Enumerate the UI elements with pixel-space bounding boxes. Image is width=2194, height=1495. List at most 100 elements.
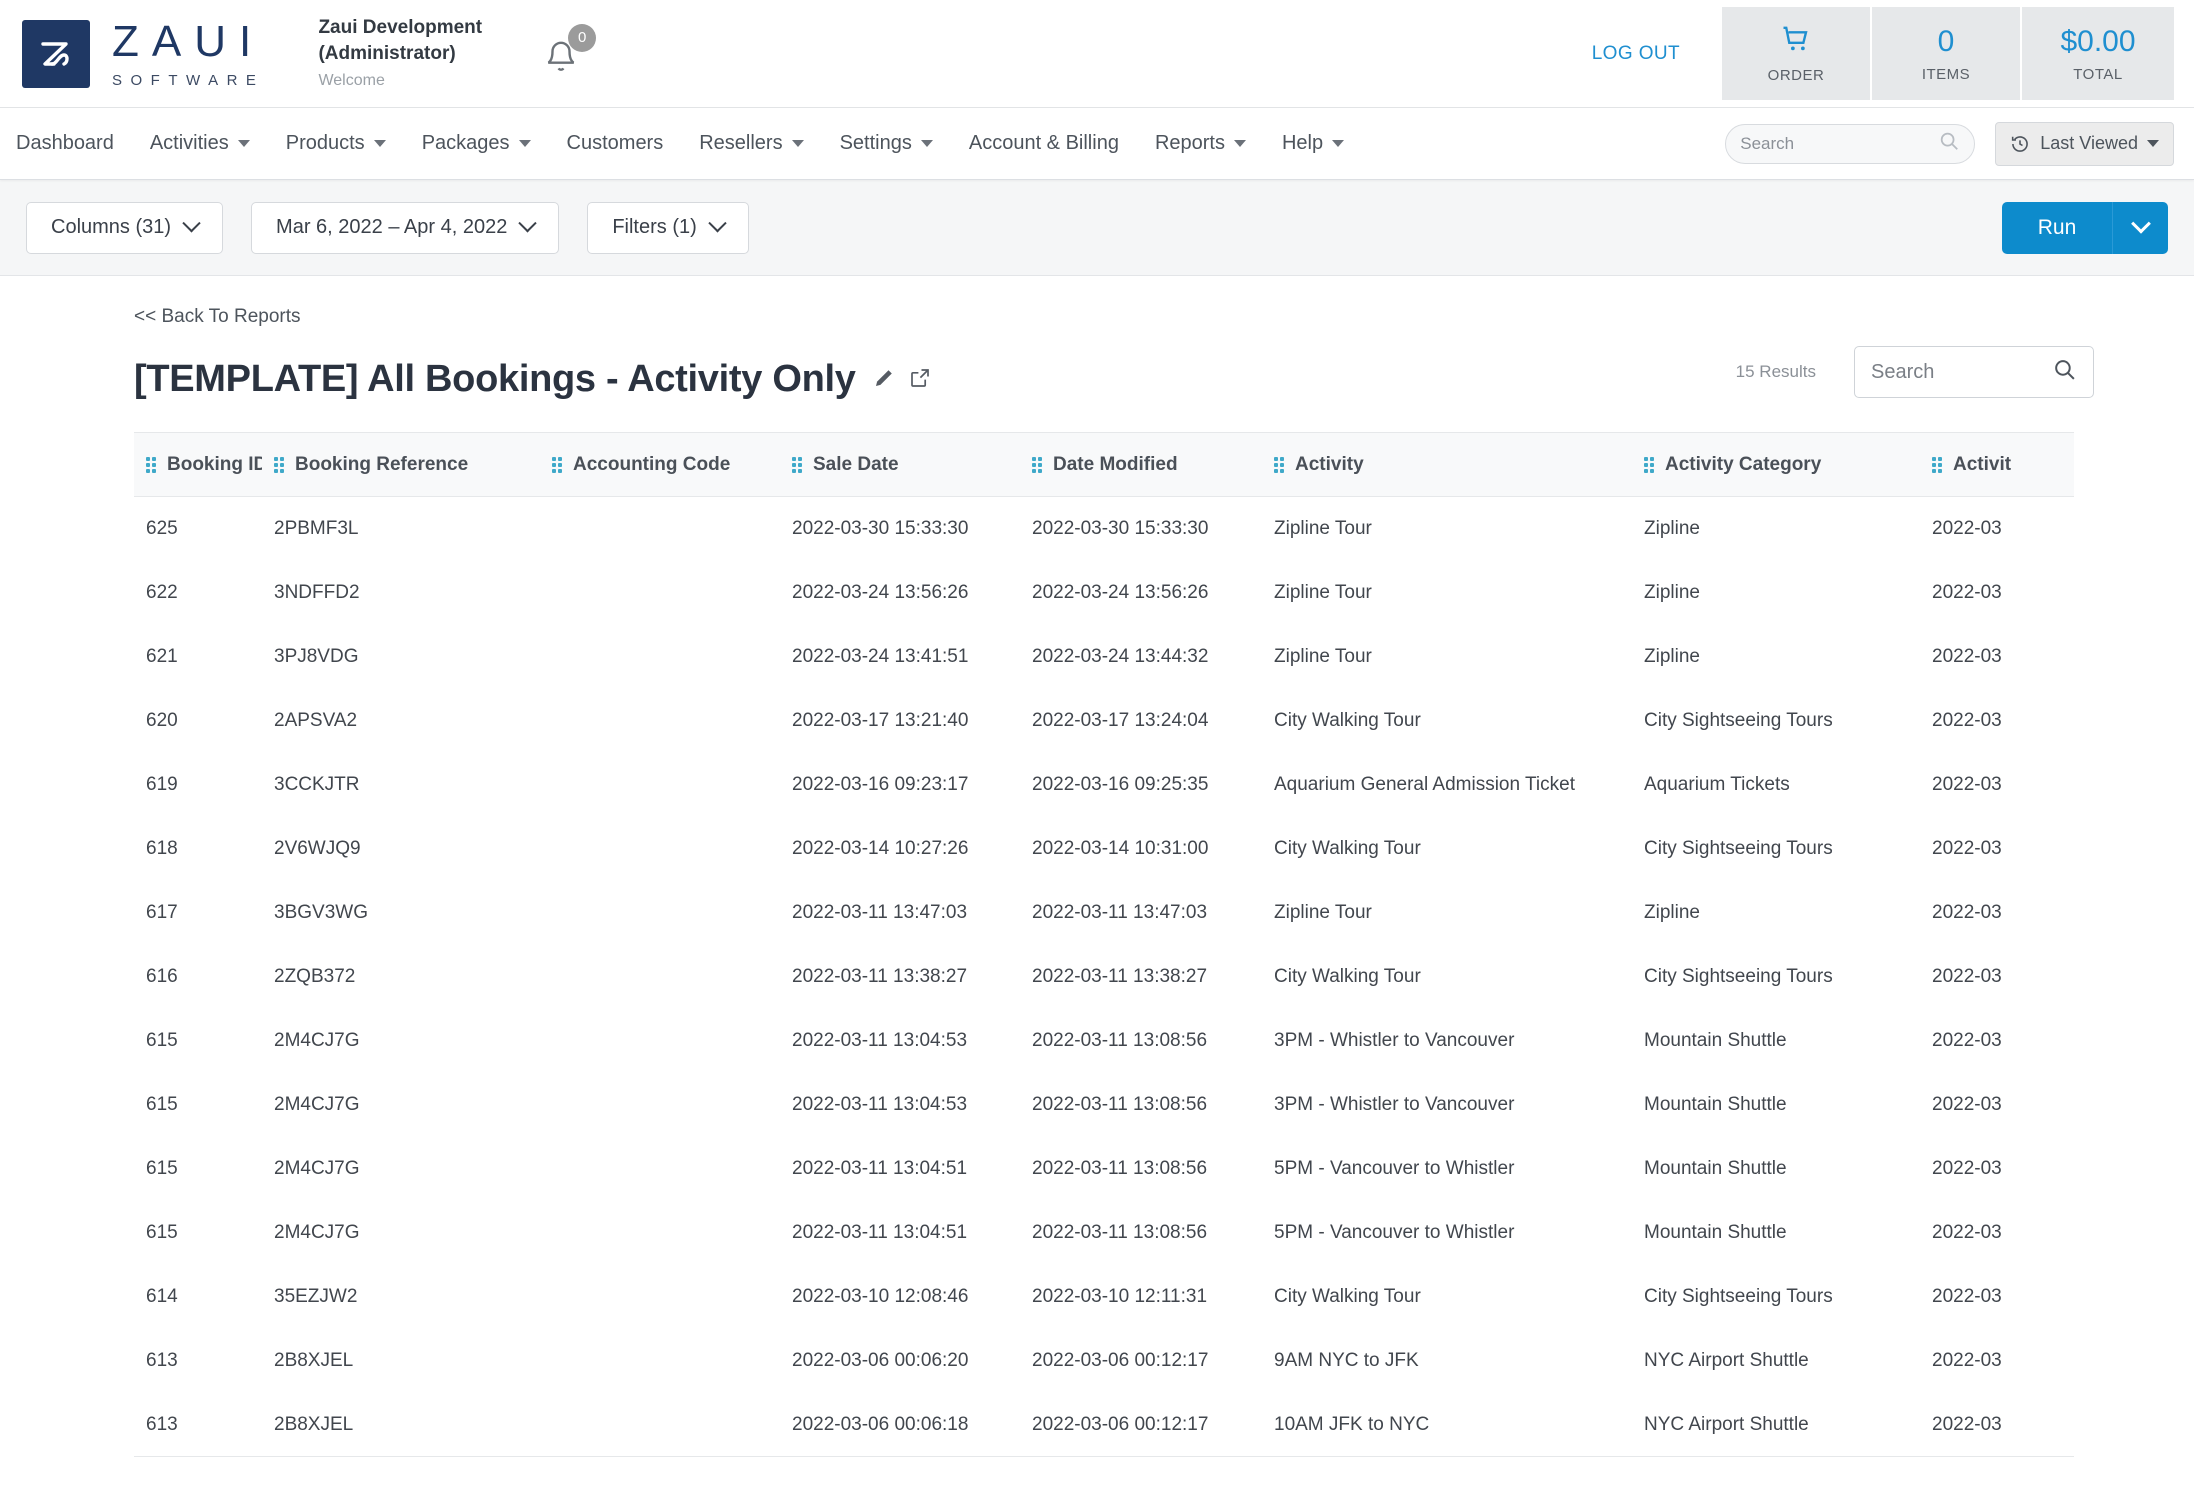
drag-handle-icon[interactable]: [1274, 456, 1286, 473]
drag-handle-icon[interactable]: [792, 456, 804, 473]
column-header-activity-date[interactable]: Activit: [1920, 432, 2074, 497]
cell-booking-id: 613: [146, 1349, 178, 1371]
edit-pencil-icon[interactable]: [872, 366, 896, 395]
column-header-activity-category[interactable]: Activity Category: [1632, 432, 1920, 497]
search-icon[interactable]: [2052, 357, 2077, 387]
notifications-button[interactable]: 0: [542, 23, 597, 80]
cell-activity-date: 2022-03: [1932, 901, 2002, 923]
date-range-selector[interactable]: Mar 6, 2022 – Apr 4, 2022: [251, 201, 560, 254]
cell-activity: 5PM - Vancouver to Whistler: [1274, 1221, 1515, 1243]
cell-activity: City Walking Tour: [1274, 837, 1421, 859]
table-row[interactable]: 616 2ZQB372 2022-03-11 13:38:27 2022-03-11 …: [134, 944, 2074, 1009]
column-header-date-modified[interactable]: Date Modified: [1020, 432, 1262, 497]
cell-activity-category: Zipline: [1644, 517, 1700, 539]
search-icon: [1938, 130, 1960, 157]
report-search[interactable]: [1854, 346, 2094, 398]
column-header-accounting-code[interactable]: Accounting Code: [540, 432, 780, 497]
cell-booking-id: 614: [146, 1285, 178, 1307]
run-button[interactable]: Run: [2002, 201, 2112, 254]
logo-tagline: SOFTWARE: [112, 71, 265, 89]
drag-handle-icon[interactable]: [274, 456, 286, 473]
logout-link[interactable]: LOG OUT: [1592, 43, 1680, 65]
cell-date-modified: 2022-03-14 10:31:00: [1032, 837, 1209, 859]
cell-date-modified: 2022-03-06 00:12:17: [1032, 1349, 1209, 1371]
table-row[interactable]: 621 3PJ8VDG 2022-03-24 13:41:51 2022-03-24 …: [134, 624, 2074, 689]
cell-activity-date: 2022-03: [1932, 517, 2002, 539]
welcome-text: Welcome: [318, 72, 385, 90]
columns-selector[interactable]: Columns (31): [26, 201, 224, 254]
drag-handle-icon[interactable]: [1644, 456, 1656, 473]
table-row[interactable]: 625 2PBMF3L 2022-03-30 15:33:30 2022-03-30 …: [134, 496, 2074, 561]
cell-date-modified: 2022-03-11 13:38:27: [1032, 965, 1208, 987]
cell-accounting-code: [540, 561, 780, 625]
brand-logo[interactable]: ZAUI SOFTWARE: [22, 19, 265, 89]
drag-handle-icon[interactable]: [552, 456, 564, 473]
table-row[interactable]: 617 3BGV3WG 2022-03-11 13:47:03 2022-03-11 …: [134, 880, 2074, 945]
cell-activity: Zipline Tour: [1274, 581, 1372, 603]
order-button[interactable]: ORDER: [1722, 7, 1872, 100]
global-search[interactable]: [1725, 123, 1976, 164]
global-search-input[interactable]: [1740, 133, 1939, 154]
cell-activity-category: Zipline: [1644, 581, 1700, 603]
nav-item-reports[interactable]: Reports: [1155, 132, 1246, 155]
table-row[interactable]: 615 2M4CJ7G 2022-03-11 13:04:53 2022-03-11 …: [134, 1072, 2074, 1137]
nav-label: Dashboard: [16, 132, 114, 154]
cell-booking-id: 615: [146, 1093, 178, 1115]
chevron-down-icon: [791, 140, 804, 147]
run-options-button[interactable]: [2112, 201, 2168, 254]
cell-activity-category: Mountain Shuttle: [1644, 1157, 1787, 1179]
drag-handle-icon[interactable]: [1932, 456, 1944, 473]
cell-activity-category: NYC Airport Shuttle: [1644, 1349, 1809, 1371]
nav-item-customers[interactable]: Customers: [567, 132, 664, 155]
cell-accounting-code: [540, 1393, 780, 1457]
table-row[interactable]: 620 2APSVA2 2022-03-17 13:21:40 2022-03-17 …: [134, 688, 2074, 753]
table-row[interactable]: 615 2M4CJ7G 2022-03-11 13:04:53 2022-03-11 …: [134, 1008, 2074, 1073]
nav-item-help[interactable]: Help: [1282, 132, 1345, 155]
table-row[interactable]: 618 2V6WJQ9 2022-03-14 10:27:26 2022-03-14 …: [134, 816, 2074, 881]
table-row[interactable]: 622 3NDFFD2 2022-03-24 13:56:26 2022-03-24 …: [134, 560, 2074, 625]
cart-icon: [1780, 24, 1812, 59]
last-viewed-button[interactable]: Last Viewed: [1995, 121, 2174, 166]
cell-sale-date: 2022-03-14 10:27:26: [792, 837, 969, 859]
table-row[interactable]: 619 3CCKJTR 2022-03-16 09:23:17 2022-03-16 …: [134, 752, 2074, 817]
table-row[interactable]: 613 2B8XJEL 2022-03-06 00:06:18 2022-03-06 …: [134, 1392, 2074, 1457]
column-header-booking-reference[interactable]: Booking Reference: [262, 432, 540, 497]
nav-item-dashboard[interactable]: Dashboard: [16, 132, 114, 155]
date-range-label: Mar 6, 2022 – Apr 4, 2022: [276, 216, 508, 238]
table-row[interactable]: 614 35EZJW2 2022-03-10 12:08:46 2022-03-10 …: [134, 1264, 2074, 1329]
nav-item-resellers[interactable]: Resellers: [699, 132, 804, 155]
total-cell[interactable]: $0.00 TOTAL: [2022, 7, 2174, 100]
cell-booking-id: 615: [146, 1029, 178, 1051]
column-header-booking-id[interactable]: Booking ID: [134, 432, 262, 497]
column-header-sale-date[interactable]: Sale Date: [780, 432, 1020, 497]
cell-date-modified: 2022-03-17 13:24:04: [1032, 709, 1209, 731]
cell-booking-reference: 3CCKJTR: [274, 773, 360, 795]
cell-activity: 5PM - Vancouver to Whistler: [1274, 1157, 1515, 1179]
cell-booking-id: 620: [146, 709, 178, 731]
cell-sale-date: 2022-03-11 13:04:53: [792, 1093, 968, 1115]
nav-item-products[interactable]: Products: [286, 132, 386, 155]
cell-date-modified: 2022-03-24 13:44:32: [1032, 645, 1209, 667]
table-row[interactable]: 613 2B8XJEL 2022-03-06 00:06:20 2022-03-06 …: [134, 1328, 2074, 1393]
cell-booking-reference: 2ZQB372: [274, 965, 356, 987]
cell-booking-reference: 3BGV3WG: [274, 901, 368, 923]
table-row[interactable]: 615 2M4CJ7G 2022-03-11 13:04:51 2022-03-11 …: [134, 1136, 2074, 1201]
report-table-container[interactable]: Booking ID Booking Reference Accounting …: [134, 432, 2074, 1457]
order-summary: ORDER 0 ITEMS $0.00 TOTAL: [1722, 7, 2174, 100]
report-search-input[interactable]: [1871, 360, 2052, 384]
column-header-label: Activity Category: [1665, 453, 1822, 475]
back-to-reports-link[interactable]: << Back To Reports: [134, 306, 301, 328]
open-external-icon[interactable]: [908, 366, 932, 395]
items-count-cell[interactable]: 0 ITEMS: [1872, 7, 2022, 100]
column-header-activity[interactable]: Activity: [1262, 432, 1632, 497]
table-row[interactable]: 615 2M4CJ7G 2022-03-11 13:04:51 2022-03-11 …: [134, 1200, 2074, 1265]
run-button-group: Run: [2002, 201, 2168, 254]
nav-item-activities[interactable]: Activities: [150, 132, 250, 155]
cell-activity-category: Zipline: [1644, 901, 1700, 923]
drag-handle-icon[interactable]: [1032, 456, 1044, 473]
drag-handle-icon[interactable]: [146, 456, 158, 473]
nav-item-settings[interactable]: Settings: [840, 132, 933, 155]
nav-item-packages[interactable]: Packages: [422, 132, 531, 155]
filters-selector[interactable]: Filters (1): [587, 201, 749, 254]
nav-item-account-billing[interactable]: Account & Billing: [969, 132, 1119, 155]
